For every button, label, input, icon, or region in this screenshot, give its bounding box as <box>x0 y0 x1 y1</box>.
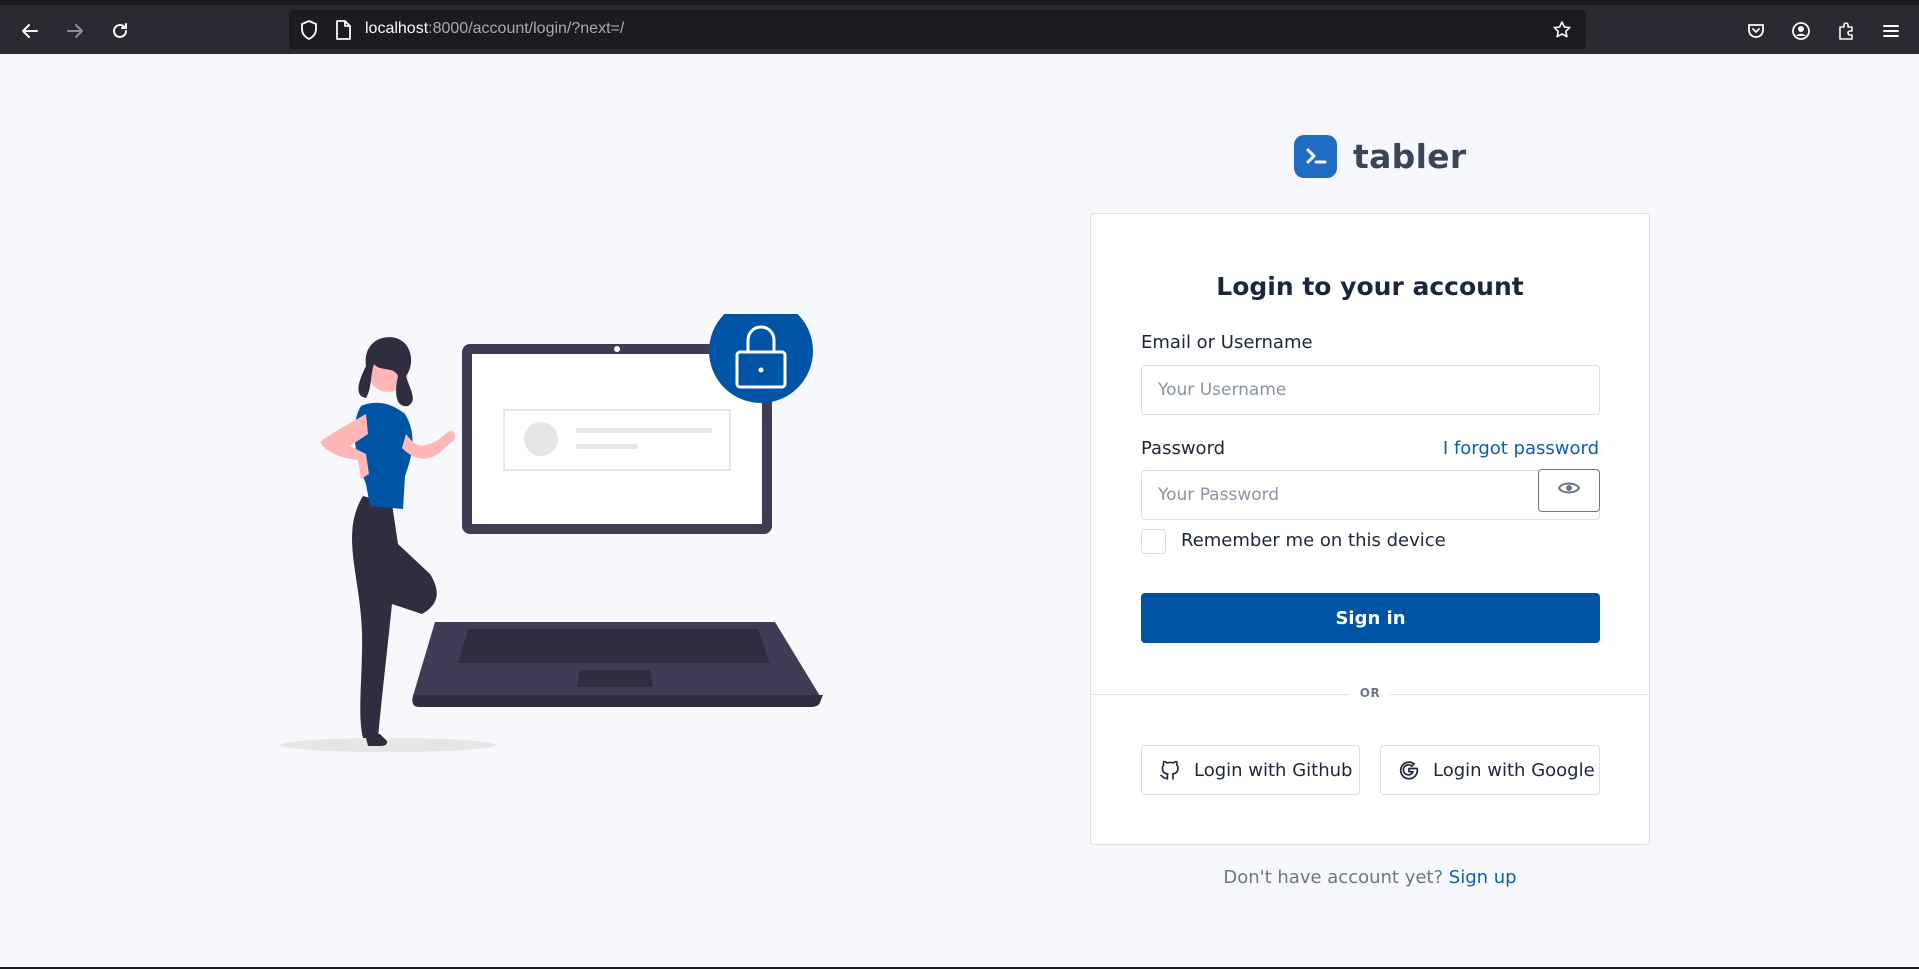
brand[interactable]: tabler <box>1294 133 1466 179</box>
url-bar[interactable]: localhost:8000/account/login/?next=/ <box>289 10 1586 49</box>
login-illustration <box>270 299 830 764</box>
remember-label[interactable]: Remember me on this device <box>1181 530 1446 551</box>
extensions-icon[interactable] <box>1832 17 1860 45</box>
login-title: Login to your account <box>1216 272 1524 301</box>
menu-icon[interactable] <box>1877 17 1905 45</box>
google-icon <box>1397 758 1421 782</box>
url-path: :8000/account/login/?next=/ <box>428 20 625 37</box>
show-password-button[interactable] <box>1538 469 1600 512</box>
brand-name: tabler <box>1353 136 1467 176</box>
github-label: Login with Github <box>1194 759 1353 781</box>
pocket-icon[interactable] <box>1742 17 1770 45</box>
back-icon[interactable] <box>16 17 44 45</box>
signup-prompt: Don't have account yet? Sign up <box>1090 867 1650 888</box>
or-text: OR <box>1350 686 1390 702</box>
password-input[interactable] <box>1141 470 1600 520</box>
url-text[interactable]: localhost:8000/account/login/?next=/ <box>365 20 624 38</box>
reload-icon[interactable] <box>106 17 134 45</box>
account-icon[interactable] <box>1787 17 1815 45</box>
brand-logo-icon <box>1294 134 1337 178</box>
sign-up-link[interactable]: Sign up <box>1449 867 1517 888</box>
username-label: Email or Username <box>1141 332 1313 353</box>
url-host: localhost <box>365 20 429 37</box>
github-login-button[interactable]: Login with Github <box>1141 745 1360 795</box>
bookmark-star-icon[interactable] <box>1551 19 1573 41</box>
google-login-button[interactable]: Login with Google <box>1380 745 1600 795</box>
page-icon[interactable] <box>332 19 354 41</box>
sign-in-button[interactable]: Sign in <box>1141 593 1600 643</box>
browser-toolbar: localhost:8000/account/login/?next=/ <box>0 0 1919 54</box>
remember-checkbox[interactable] <box>1141 529 1166 554</box>
page: tabler Login to your account Email or Us… <box>0 54 1919 969</box>
forward-icon[interactable] <box>61 17 89 45</box>
login-card: Login to your account Email or Username … <box>1090 213 1650 845</box>
password-label: Password <box>1141 438 1226 459</box>
google-label: Login with Google <box>1433 759 1595 781</box>
eye-icon <box>1557 480 1581 501</box>
signup-text: Don't have account yet? <box>1223 867 1444 888</box>
forgot-password-link[interactable]: I forgot password <box>1443 438 1599 459</box>
username-input[interactable] <box>1141 365 1600 415</box>
shield-icon[interactable] <box>298 19 320 41</box>
github-icon <box>1158 758 1182 782</box>
